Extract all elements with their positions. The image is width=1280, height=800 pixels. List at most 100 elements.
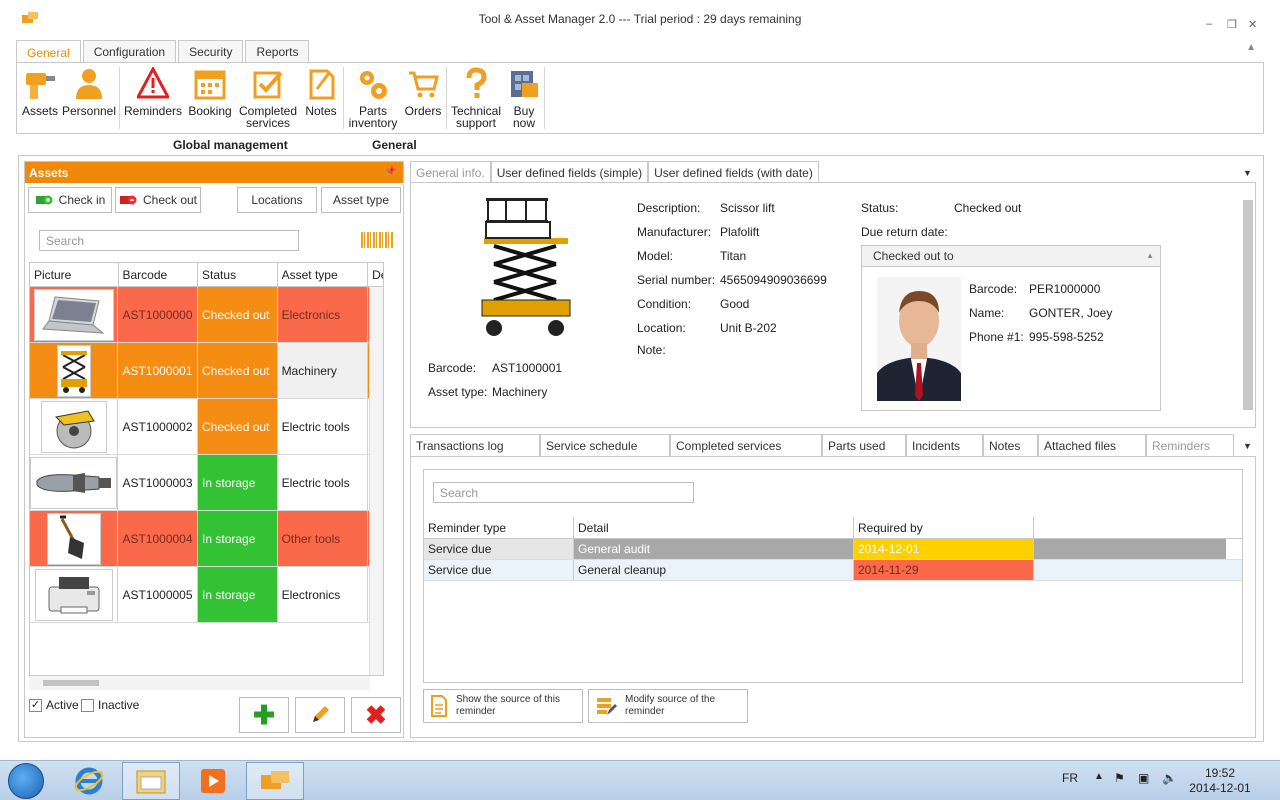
parts-inventory-label: Parts inventory <box>348 104 398 130</box>
gears-icon <box>357 67 389 101</box>
asset-manager-taskbar-button[interactable] <box>246 762 304 800</box>
asset-type-button[interactable]: Asset type <box>321 187 401 213</box>
tab-service-schedule[interactable]: Service schedule <box>540 434 670 456</box>
tab-general[interactable]: General <box>16 40 81 64</box>
tab-incidents[interactable]: Incidents <box>906 434 983 456</box>
tab-completed-services[interactable]: Completed services <box>670 434 822 456</box>
add-asset-button[interactable]: ✚ <box>239 697 289 733</box>
multitool-image <box>30 456 118 509</box>
info-vertical-scrollbar[interactable] <box>1243 200 1253 410</box>
locations-button[interactable]: Locations <box>237 187 317 213</box>
info-tabs-dropdown-icon[interactable]: ▼ <box>1243 168 1252 178</box>
reminders-button[interactable]: Reminders <box>123 65 183 118</box>
asset-type-value: Machinery <box>492 385 548 399</box>
status-cell: In storage <box>198 567 278 622</box>
col-picture[interactable]: Picture <box>30 263 119 286</box>
technical-support-button[interactable]: Technical support <box>448 67 504 129</box>
tab-configuration[interactable]: Configuration <box>82 40 177 63</box>
reminders-label: Reminders <box>123 104 183 118</box>
model-label: Model: <box>637 249 674 263</box>
table-row[interactable]: AST1000001 Checked out Machinery Sc <box>30 343 383 399</box>
show-source-button[interactable]: Show the source of this reminder <box>423 689 583 723</box>
restore-button[interactable]: ❐ <box>1227 18 1237 31</box>
notes-button[interactable]: Notes <box>301 67 341 117</box>
ie-taskbar-button[interactable] <box>60 762 118 800</box>
table-row[interactable]: AST1000005 In storage Electronics Pr <box>30 567 383 623</box>
tab-attached-files[interactable]: Attached files <box>1038 434 1146 456</box>
close-button[interactable]: ✕ <box>1248 18 1257 31</box>
assets-search-input[interactable]: Search <box>39 230 299 251</box>
note-label: Note: <box>637 343 666 357</box>
language-indicator[interactable]: FR <box>1062 771 1078 785</box>
collapse-icon[interactable]: ▲ <box>1146 251 1154 260</box>
volume-icon[interactable]: 🔈 <box>1162 771 1177 785</box>
checked-out-to-header[interactable]: Checked out to ▲ <box>862 246 1160 267</box>
delete-asset-button[interactable]: ✖ <box>351 697 401 733</box>
tab-reminders[interactable]: Reminders <box>1146 434 1234 456</box>
tab-security[interactable]: Security <box>178 40 244 63</box>
check-out-button[interactable]: Check out <box>115 187 201 213</box>
barcode-scan-icon[interactable] <box>361 232 393 248</box>
detail-tabs-dropdown-icon[interactable]: ▼ <box>1243 441 1252 451</box>
pin-icon[interactable]: 📌 <box>385 166 397 177</box>
personnel-button[interactable]: Personnel <box>61 67 117 117</box>
tray-arrow-icon[interactable]: ▲ <box>1094 771 1104 782</box>
tab-transactions-log[interactable]: Transactions log <box>410 434 540 456</box>
flag-icon[interactable]: ⚑ <box>1114 771 1125 785</box>
booking-button[interactable]: Booking <box>185 67 235 117</box>
orders-button[interactable]: Orders <box>403 67 443 117</box>
table-row[interactable]: Service due General audit 2014-12-01 <box>424 539 1242 560</box>
reminders-grid: Search Reminder type Detail Required by … <box>423 469 1243 683</box>
media-player-taskbar-button[interactable] <box>184 762 242 800</box>
network-icon[interactable]: ▣ <box>1138 771 1149 785</box>
col-reminder-type[interactable]: Reminder type <box>424 517 574 538</box>
taskbar-clock[interactable]: 19:52 2014-12-01 <box>1188 766 1252 796</box>
barcode-cell: AST1000005 <box>118 567 199 622</box>
table-row[interactable]: AST1000004 In storage Other tools Sh <box>30 511 383 567</box>
ribbon-collapse-icon[interactable]: ▲ <box>1246 42 1256 53</box>
edit-asset-button[interactable] <box>295 697 345 733</box>
ribbon-tabs: General Configuration Security Reports <box>16 40 311 64</box>
parts-inventory-button[interactable]: Parts inventory <box>345 67 401 129</box>
buy-now-button[interactable]: Buy now <box>506 67 542 129</box>
check-out-label: Check out <box>142 193 198 207</box>
scroll-thumb[interactable] <box>43 680 99 686</box>
assets-vertical-scrollbar[interactable] <box>369 287 383 675</box>
tab-general-info[interactable]: General info. <box>410 161 491 183</box>
col-detail[interactable]: Detail <box>574 517 854 538</box>
active-checkbox[interactable]: ✓ Active <box>29 698 79 712</box>
tab-notes[interactable]: Notes <box>983 434 1038 456</box>
completed-services-button[interactable]: Completed services <box>237 67 299 129</box>
assets-panel-header: Assets 📌 <box>25 162 403 183</box>
tab-udf-simple[interactable]: User defined fields (simple) <box>490 161 649 183</box>
asset-type-cell: Other tools <box>277 511 369 566</box>
windows-start-icon[interactable] <box>8 763 44 799</box>
assets-horizontal-scrollbar[interactable] <box>29 676 370 690</box>
warning-icon <box>135 65 171 101</box>
table-row[interactable]: AST1000000 Checked out Electronics La <box>30 287 383 343</box>
minimize-button[interactable]: – <box>1206 18 1212 30</box>
description-label: Description: <box>637 201 701 215</box>
table-row[interactable]: Service due General cleanup 2014-11-29 <box>424 560 1242 581</box>
modify-source-button[interactable]: Modify source of the reminder <box>588 689 748 723</box>
col-barcode[interactable]: Barcode <box>119 263 199 286</box>
reminder-detail-cell: General cleanup <box>574 560 854 580</box>
table-row[interactable]: AST1000002 Checked out Electric tools Ci <box>30 399 383 455</box>
assets-button[interactable]: Assets <box>21 67 59 117</box>
barcode-cell: AST1000004 <box>118 511 199 566</box>
tab-parts-used[interactable]: Parts used <box>822 434 906 456</box>
store-icon <box>508 67 540 101</box>
question-icon <box>460 67 492 101</box>
tab-udf-date[interactable]: User defined fields (with date) <box>648 161 819 183</box>
reminders-search-input[interactable]: Search <box>433 482 694 503</box>
col-status[interactable]: Status <box>198 263 278 286</box>
col-required-by[interactable]: Required by <box>854 517 1034 538</box>
tab-reports[interactable]: Reports <box>245 40 310 63</box>
table-row[interactable]: AST1000003 In storage Electric tools Os <box>30 455 383 511</box>
check-in-button[interactable]: Check in <box>28 187 112 213</box>
col-description[interactable]: De <box>368 263 383 286</box>
col-asset-type[interactable]: Asset type <box>278 263 369 286</box>
explorer-taskbar-button[interactable] <box>122 762 180 800</box>
completed-services-label: Completed services <box>238 104 298 130</box>
inactive-checkbox[interactable]: Inactive <box>81 698 139 712</box>
